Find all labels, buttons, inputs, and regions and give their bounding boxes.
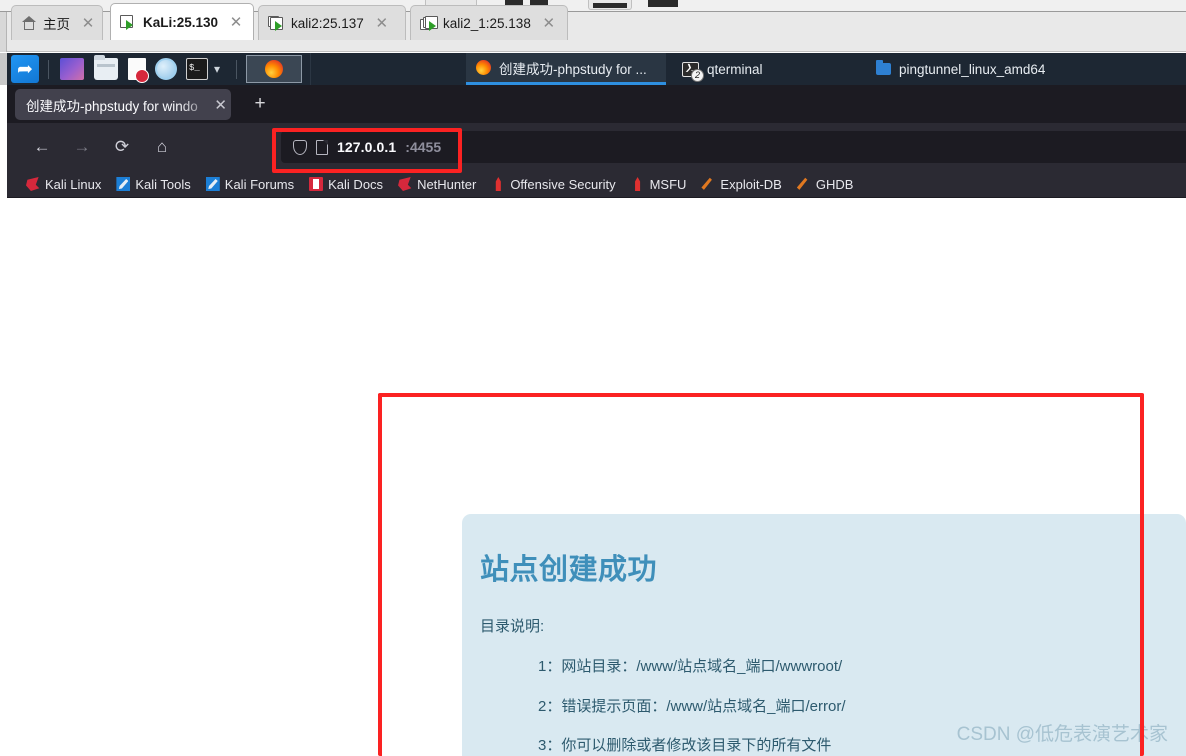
- url-host: 127.0.0.1: [337, 139, 397, 155]
- msfu-icon: [635, 177, 641, 191]
- bookmark-msfu[interactable]: MSFU: [625, 175, 693, 194]
- bookmark-label: Kali Linux: [45, 176, 102, 192]
- bookmark-label: Kali Docs: [328, 176, 384, 192]
- taskbar-window-qterminal[interactable]: ❯_ 2 qterminal: [672, 53, 773, 85]
- directory-section-title: 目录说明:: [480, 618, 545, 635]
- vmware-tab-kali-25-130[interactable]: KaLi:25.130 ✕: [110, 3, 254, 40]
- vm-screen-play-icon: [120, 14, 137, 30]
- web-browser-icon[interactable]: [155, 58, 177, 80]
- close-icon[interactable]: ✕: [212, 96, 227, 114]
- reload-button[interactable]: ⟳: [105, 131, 139, 163]
- kali-forums-icon: [205, 177, 220, 191]
- url-port: :4455: [405, 139, 442, 155]
- directory-item: 1：网站目录：/www/站点域名_端口/wwwroot/: [538, 657, 843, 675]
- taskbar-divider-1: [310, 53, 311, 85]
- host-strip-mark-3: [593, 3, 627, 8]
- offsec-icon: [495, 177, 501, 191]
- firefox-icon: [265, 60, 283, 78]
- bookmark-exploit-db[interactable]: Exploit-DB: [695, 175, 787, 194]
- vmware-tab-label: kali2_1:25.138: [443, 15, 531, 31]
- page-title: 站点创建成功: [480, 554, 658, 586]
- firefox-window: 创建成功-phpstudy for windo ✕ + ← → ⟳ ⌂ 127.…: [7, 85, 1186, 756]
- taskbar-window-label: 创建成功-phpstudy for ...: [499, 61, 647, 77]
- kali-dragon-icon[interactable]: ➦: [11, 55, 39, 83]
- bookmark-kali-forums[interactable]: Kali Forums: [200, 175, 300, 194]
- vm-screen-play-icon: [268, 15, 285, 31]
- file-manager-icon[interactable]: [94, 55, 118, 80]
- ghdb-icon: [796, 177, 808, 190]
- taskbar-pinned-firefox[interactable]: [246, 55, 302, 83]
- bookmark-label: MSFU: [649, 176, 687, 192]
- taskbar-left-sliver: [0, 53, 7, 85]
- forward-button[interactable]: →: [65, 131, 99, 163]
- taskbar-window-pingtunnel[interactable]: pingtunnel_linux_amd64: [866, 53, 1055, 85]
- screen-root: 主页 ✕ KaLi:25.130 ✕ kali2:25.137 ✕ kali2_…: [0, 0, 1186, 756]
- bookmark-label: NetHunter: [417, 176, 477, 192]
- bookmark-label: Exploit-DB: [720, 176, 782, 192]
- terminal-icon[interactable]: $_: [186, 58, 208, 80]
- nethunter-icon: [398, 177, 412, 191]
- bookmark-kali-docs[interactable]: Kali Docs: [303, 175, 389, 194]
- image-viewer-icon[interactable]: [60, 58, 84, 80]
- page-viewport: 站点创建成功 目录说明: 1：网站目录：/www/站点域名_端口/wwwroot…: [7, 198, 1186, 756]
- bookmark-label: Kali Tools: [135, 176, 191, 192]
- home-button[interactable]: ⌂: [145, 131, 179, 163]
- bookmark-offensive-security[interactable]: Offensive Security: [485, 175, 621, 194]
- taskbar-separator-1: [48, 60, 49, 79]
- bookmark-label: Offensive Security: [510, 176, 616, 192]
- vmware-tab-kali2-25-137[interactable]: kali2:25.137 ✕: [258, 5, 406, 40]
- kali-tools-icon: [116, 177, 131, 191]
- chevron-down-icon[interactable]: ▾: [214, 62, 220, 76]
- vm-clone-play-icon: [420, 15, 438, 31]
- bookmark-ghdb[interactable]: GHDB: [791, 175, 860, 194]
- taskbar-window-label: qterminal: [707, 61, 763, 77]
- bookmark-kali-tools[interactable]: Kali Tools: [110, 175, 196, 194]
- taskbar-separator-2: [236, 60, 237, 79]
- exploit-db-icon: [701, 177, 712, 190]
- host-strip-mark-4: [648, 0, 678, 7]
- close-icon[interactable]: ✕: [375, 16, 389, 31]
- firefox-tab-phpstudy[interactable]: 创建成功-phpstudy for windo ✕: [15, 89, 231, 120]
- bookmark-nethunter[interactable]: NetHunter: [392, 175, 482, 194]
- window-count-badge: 2: [691, 68, 704, 82]
- vmware-tab-kali2-1-25-138[interactable]: kali2_1:25.138 ✕: [410, 5, 568, 40]
- firefox-tab-strip: 创建成功-phpstudy for windo ✕ +: [7, 85, 1186, 123]
- close-icon[interactable]: ✕: [542, 16, 556, 31]
- page-info-icon[interactable]: [316, 139, 328, 155]
- firefox-icon: [476, 60, 491, 75]
- new-tab-button[interactable]: +: [247, 93, 273, 117]
- taskbar-window-label: pingtunnel_linux_amd64: [899, 61, 1046, 77]
- kali-docs-icon: [309, 177, 324, 191]
- vmware-tab-label: KaLi:25.130: [143, 14, 219, 30]
- shield-icon[interactable]: [293, 139, 307, 155]
- bookmark-label: Kali Forums: [224, 176, 295, 192]
- bookmark-kali-linux[interactable]: Kali Linux: [20, 175, 107, 194]
- close-icon[interactable]: ✕: [229, 15, 243, 30]
- close-icon[interactable]: ✕: [81, 16, 95, 31]
- bookmark-label: GHDB: [815, 176, 854, 192]
- vmware-tab-home[interactable]: 主页 ✕: [11, 5, 103, 40]
- taskbar-window-firefox[interactable]: 创建成功-phpstudy for ...: [466, 53, 666, 85]
- text-editor-icon[interactable]: [128, 58, 149, 83]
- blue-folder-icon: [876, 60, 891, 75]
- vmware-left-edge: [0, 12, 7, 52]
- qterminal-icon: ❯_ 2: [682, 61, 704, 82]
- bookmarks-bar: Kali Linux Kali Tools Kali Forums Kali D…: [7, 171, 1186, 198]
- home-icon: [21, 15, 37, 31]
- kali-dragon-icon: [26, 177, 40, 191]
- vmware-tab-label: 主页: [43, 17, 70, 32]
- vmware-tab-label: kali2:25.137: [291, 15, 364, 31]
- address-bar[interactable]: 127.0.0.1 :4455: [281, 131, 1186, 163]
- firefox-nav-bar: ← → ⟳ ⌂ 127.0.0.1 :4455: [7, 123, 1186, 171]
- directory-item: 2：错误提示页面：/www/站点域名_端口/error/: [538, 697, 846, 715]
- back-button[interactable]: ←: [25, 131, 59, 163]
- csdn-watermark: CSDN @低危表演艺术家: [956, 724, 1168, 745]
- site-created-card: 站点创建成功 目录说明: 1：网站目录：/www/站点域名_端口/wwwroot…: [462, 514, 1186, 756]
- firefox-tab-title: 创建成功-phpstudy for windo: [26, 98, 198, 114]
